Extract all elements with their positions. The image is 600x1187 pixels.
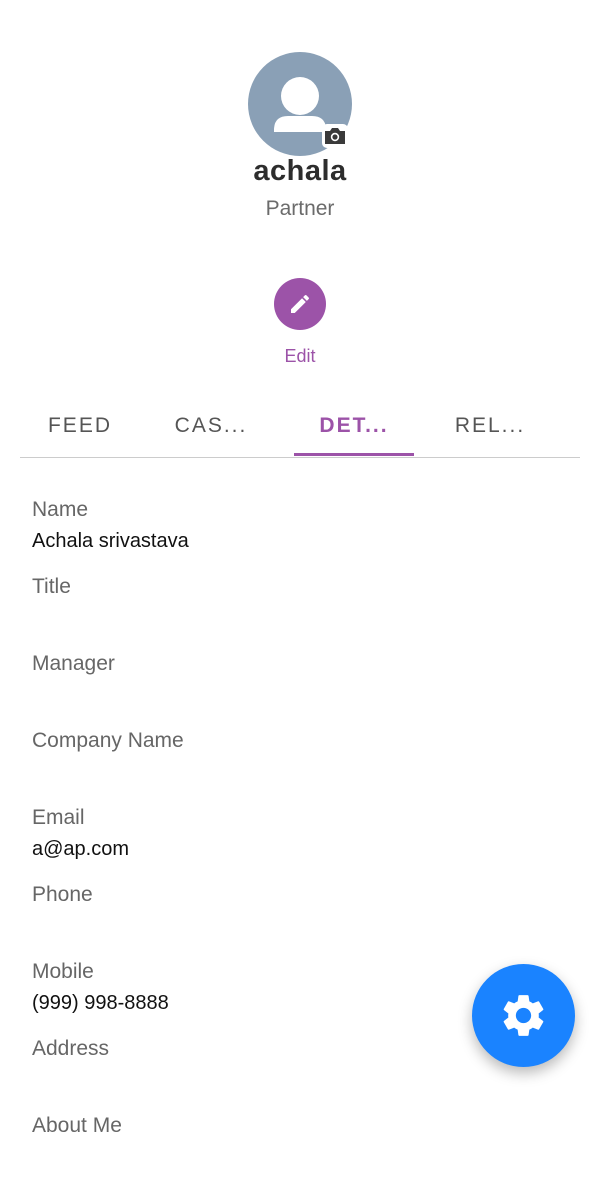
field-label: Email bbox=[32, 806, 85, 829]
camera-icon[interactable] bbox=[322, 124, 348, 148]
tab-feed[interactable]: FEED bbox=[20, 404, 140, 456]
field-label: Manager bbox=[32, 652, 115, 675]
field-label: Address bbox=[32, 1037, 110, 1060]
field-label: Phone bbox=[32, 883, 93, 906]
field-name: Name Achala srivastava bbox=[32, 497, 552, 554]
pencil-icon bbox=[291, 294, 310, 313]
field-address: Address bbox=[32, 1036, 552, 1062]
field-title: Title bbox=[32, 574, 552, 600]
field-phone: Phone bbox=[32, 882, 552, 908]
profile-username: achala bbox=[253, 155, 347, 187]
edit-label[interactable]: Edit bbox=[0, 346, 600, 367]
tab-details[interactable]: DET... bbox=[294, 404, 414, 456]
field-company-name: Company Name bbox=[32, 728, 552, 754]
tab-related[interactable]: REL... bbox=[430, 404, 550, 456]
edit-button[interactable] bbox=[274, 278, 326, 330]
field-label: Name bbox=[32, 498, 89, 521]
field-label: Company Name bbox=[32, 729, 184, 752]
settings-fab-button[interactable] bbox=[472, 964, 575, 1067]
field-email: Email a@ap.com bbox=[32, 805, 552, 862]
gear-icon bbox=[503, 995, 544, 1036]
profile-role: Partner bbox=[265, 197, 335, 220]
tabs-divider bbox=[20, 457, 580, 458]
field-label: Mobile bbox=[32, 960, 94, 983]
field-value[interactable]: a@ap.com bbox=[32, 836, 552, 862]
field-value: Achala srivastava bbox=[32, 530, 189, 552]
tab-cases[interactable]: CAS... bbox=[151, 404, 271, 456]
field-label: About Me bbox=[32, 1114, 122, 1137]
field-label: Title bbox=[32, 575, 71, 598]
field-manager: Manager bbox=[32, 651, 552, 677]
field-about-me: About Me bbox=[32, 1113, 552, 1139]
tab-bar: FEED CAS... DET... REL... bbox=[20, 404, 580, 458]
